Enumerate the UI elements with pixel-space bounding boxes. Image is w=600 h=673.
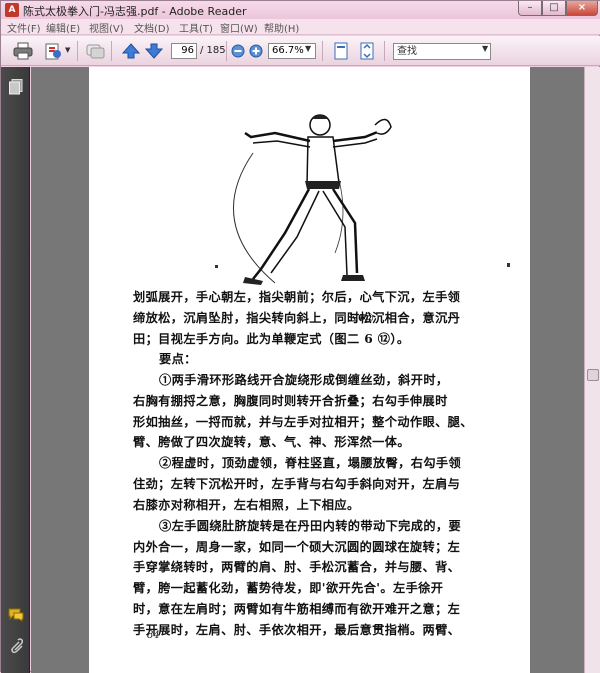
toolbar-separator xyxy=(384,41,385,61)
fit-page-icon[interactable] xyxy=(331,42,351,60)
menu-window[interactable]: 窗口(W) xyxy=(220,20,258,35)
pdf-page: 三6⑫ 划弧展开，手心朝左，指尖朝前；尔后，心气下沉，左手领 缔放松，沉肩坠肘，… xyxy=(89,67,530,673)
text-line: ③左手圆绕肚脐旋转是在丹田内转的带动下完成的，要 xyxy=(159,519,462,533)
window-title: 陈式太极拳入门-冯志强.pdf - Adobe Reader xyxy=(23,5,247,18)
text-line: 手开展时，左肩、肘、手依次相开，最后意贯指梢。两臂、 xyxy=(133,623,461,637)
zoom-in-icon[interactable] xyxy=(249,44,263,58)
navigation-panel xyxy=(1,67,30,673)
pages-icon[interactable] xyxy=(9,79,23,95)
toolbar-separator xyxy=(322,41,323,61)
toolbar-separator xyxy=(111,41,112,61)
next-page-icon[interactable] xyxy=(144,42,164,60)
print-icon[interactable] xyxy=(13,42,33,60)
search-dropdown-icon[interactable]: ▼ xyxy=(482,44,488,53)
text-line: 右膝亦对称相开，左右相照，上下相应。 xyxy=(133,498,360,512)
text-line: 臂，胯一起蓄化劲，蓄势待发，即'欲开先合'。左手徐开 xyxy=(133,581,444,595)
text-line: 形如抽丝，一捋而就，并与左手对拉相开；整个动作眼、腿、 xyxy=(133,415,473,429)
page-count: / 185 xyxy=(200,45,226,56)
text-line: 手穿掌绕转时，两臂的肩、肘、手松沉蓄合，并与腰、背、 xyxy=(133,560,461,574)
search-input[interactable]: 查找 xyxy=(393,43,491,60)
menu-document[interactable]: 文档(D) xyxy=(134,20,170,35)
menu-help[interactable]: 帮助(H) xyxy=(264,20,299,35)
scrollbar-thumb[interactable] xyxy=(587,369,599,381)
text-line: 住劲；左转下沉松开时，左手背与右勾手斜向对开，左肩与 xyxy=(133,477,461,491)
document-view[interactable]: 三6⑫ 划弧展开，手心朝左，指尖朝前；尔后，心气下沉，左手领 缔放松，沉肩坠肘，… xyxy=(31,67,584,673)
close-button[interactable]: × xyxy=(566,1,598,16)
comments-icon[interactable] xyxy=(8,608,24,622)
page-number: 84 xyxy=(147,630,160,641)
toolbar: ▼ 96 / 185 66.7% ▼ 查找 ▼ xyxy=(1,36,600,66)
toolbar-separator xyxy=(226,41,227,61)
reader-window: A 陈式太极拳入门-冯志强.pdf - Adobe Reader – □ × 文… xyxy=(0,0,600,673)
text-line: ②程虚时，顶劲虚领，脊柱竖直，塌腰放臀，右勾手领 xyxy=(159,456,462,470)
menu-tools[interactable]: 工具(T) xyxy=(179,20,213,35)
text-line: 田；目视左手方向。此为单鞭定式（图二 6 ⑫）。 xyxy=(133,332,410,346)
create-pdf-icon[interactable] xyxy=(43,42,63,60)
previous-page-icon[interactable] xyxy=(121,42,141,60)
toolbar-separator xyxy=(77,41,78,61)
zoom-out-icon[interactable] xyxy=(231,44,245,58)
title-bar[interactable]: A 陈式太极拳入门-冯志强.pdf - Adobe Reader – □ × xyxy=(1,1,600,19)
text-line: 内外合一，周身一家，如同一个硕大沉圆的圆球在旋转；左 xyxy=(133,540,461,554)
vertical-scrollbar[interactable] xyxy=(584,67,600,673)
text-line: 缔放松，沉肩坠肘，指尖转向斜上，同时松沉相合，意沉丹 xyxy=(133,311,461,325)
menu-file[interactable]: 文件(F) xyxy=(7,20,41,35)
adobe-reader-icon: A xyxy=(5,3,19,17)
collaborate-icon[interactable] xyxy=(85,42,105,60)
figure-illustration xyxy=(215,114,510,285)
menu-edit[interactable]: 编辑(E) xyxy=(46,20,80,35)
minimize-button[interactable]: – xyxy=(518,1,542,16)
text-line: ①两手滑环形路线开合旋绕形成倒缠丝劲，斜开时， xyxy=(159,373,449,387)
full-screen-icon[interactable] xyxy=(357,42,377,60)
menu-bar: 文件(F) 编辑(E) 视图(V) 文档(D) 工具(T) 窗口(W) 帮助(H… xyxy=(1,19,600,35)
text-line: 要点： xyxy=(159,352,197,366)
text-line: 臂、胯做了四次旋转，意、气、神、形浑然一体。 xyxy=(133,435,410,449)
maximize-button[interactable]: □ xyxy=(542,1,566,16)
attachments-icon[interactable] xyxy=(9,638,23,654)
text-line: 划弧展开，手心朝左，指尖朝前；尔后，心气下沉，左手领 xyxy=(133,290,461,304)
page-number-input[interactable]: 96 xyxy=(171,43,197,59)
text-line: 时，意在左肩时；两臂如有牛筋相缚而有欲开难开之意；左 xyxy=(133,602,461,616)
create-pdf-dropdown-icon[interactable]: ▼ xyxy=(65,46,70,54)
text-line: 右胸有掤捋之意，胸腹同时则转开合折叠；右勾手伸展时 xyxy=(133,394,448,408)
menu-view[interactable]: 视图(V) xyxy=(89,20,124,35)
zoom-dropdown-icon[interactable]: ▼ xyxy=(305,44,311,53)
